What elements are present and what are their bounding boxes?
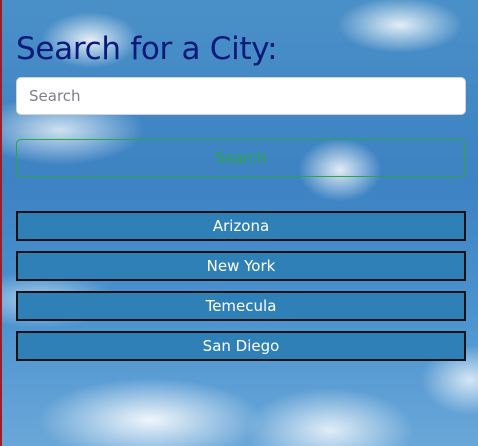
city-button-temecula[interactable]: Temecula (16, 291, 466, 321)
city-button-new-york[interactable]: New York (16, 251, 466, 281)
page-title: Search for a City: (16, 31, 278, 67)
city-search-input[interactable] (16, 77, 466, 115)
window-edge (0, 0, 2, 446)
saved-cities-list: Arizona New York Temecula San Diego (16, 211, 466, 371)
city-button-arizona[interactable]: Arizona (16, 211, 466, 241)
city-button-san-diego[interactable]: San Diego (16, 331, 466, 361)
search-button[interactable]: Search (16, 139, 466, 177)
